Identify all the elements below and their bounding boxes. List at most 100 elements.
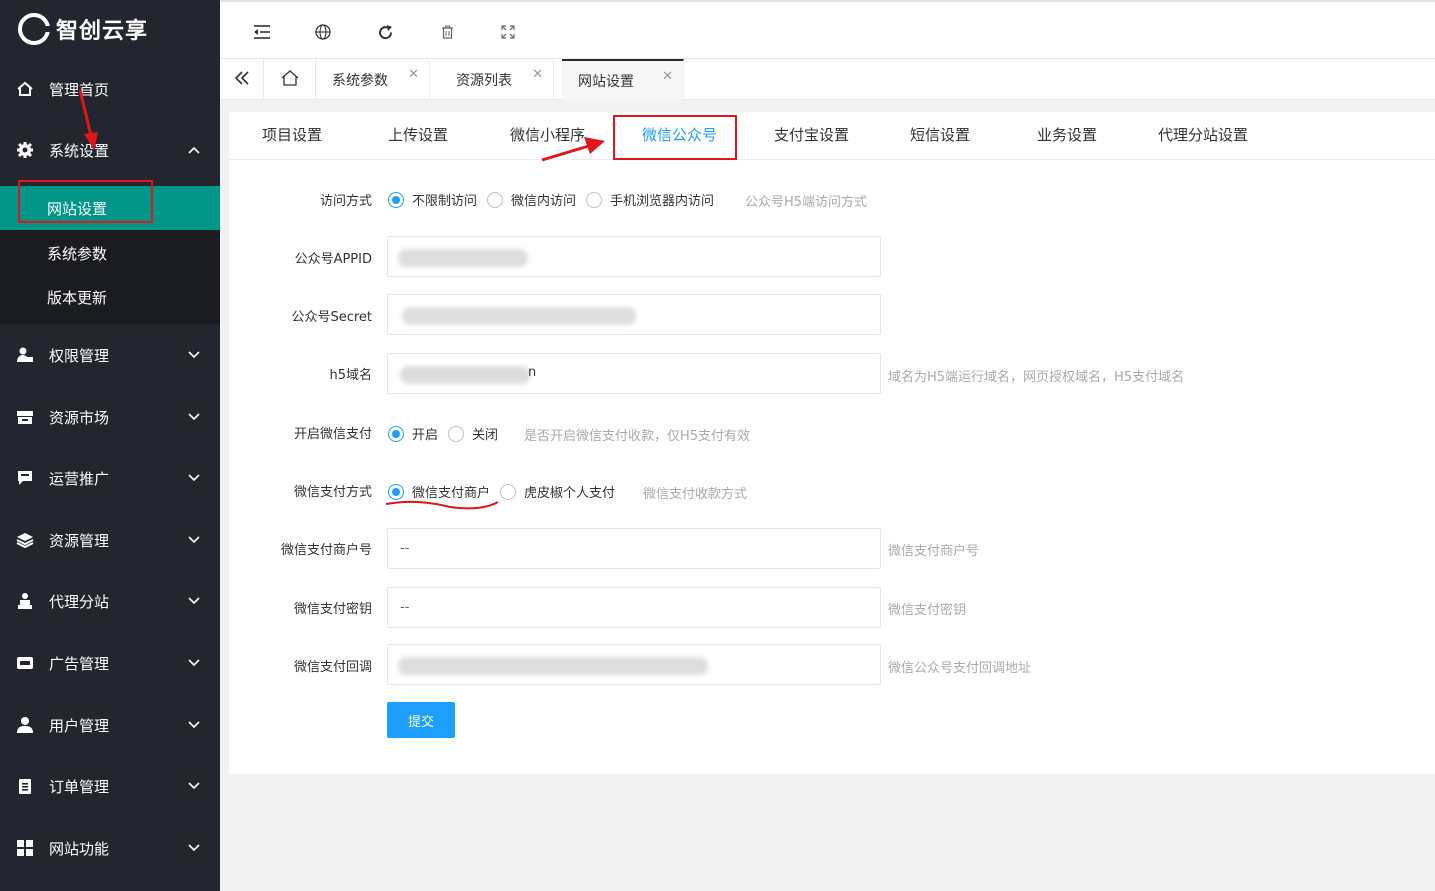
secret-input[interactable]: [387, 294, 881, 335]
chevron-up-icon: [188, 144, 200, 156]
double-chevron-left-icon: [234, 70, 250, 89]
chevron-down-icon: [188, 472, 200, 484]
h5-domain-tail: n: [528, 365, 537, 380]
sidebar-item-label: 订单管理: [49, 777, 110, 796]
appid-label: 公众号APPID: [294, 252, 372, 267]
sidebar-item-users[interactable]: 用户管理: [0, 696, 220, 754]
merchant-key-label: 微信支付密钥: [293, 602, 372, 617]
chevron-down-icon: [188, 719, 200, 731]
radio-wxpay-off[interactable]: [448, 425, 465, 442]
chevron-down-icon: [188, 411, 200, 423]
merchant-key-value: --: [400, 600, 410, 615]
subtab-wechat-miniprogram[interactable]: 微信小程序: [510, 124, 585, 145]
sidebar-item-site-functions[interactable]: 网站功能: [0, 819, 220, 877]
close-icon[interactable]: ✕: [662, 69, 673, 84]
radio-label: 开启: [412, 428, 439, 443]
tab-system-params[interactable]: 系统参数 ✕: [316, 59, 430, 100]
tab-site-settings[interactable]: 网站设置 ✕: [562, 59, 684, 100]
wxpay-enable-hint: 是否开启微信支付收款，仅H5支付有效: [524, 429, 751, 444]
radio-wechat-merchant[interactable]: [388, 483, 404, 500]
radio-mobile-browser[interactable]: [586, 191, 603, 208]
close-icon[interactable]: ✕: [408, 67, 419, 82]
group-icon: [16, 592, 34, 610]
menu-fold-icon[interactable]: [252, 22, 272, 42]
subtab-sms-settings[interactable]: 短信设置: [910, 124, 970, 145]
close-icon[interactable]: ✕: [532, 67, 543, 82]
store-icon: [16, 408, 34, 426]
sidebar-item-resource-market[interactable]: 资源市场: [0, 388, 220, 446]
message-icon: [16, 469, 34, 487]
tabs-scroll-left-button[interactable]: [220, 59, 264, 100]
chevron-down-icon: [188, 534, 200, 546]
chevron-down-icon: [188, 657, 200, 669]
access-mode-hint: 公众号H5端访问方式: [745, 195, 868, 210]
sidebar: 智创云享 管理首页 系统设置 网站设置 系统参数 版本更新 权限管理 资源市场 …: [0, 0, 220, 891]
radio-wechat-only[interactable]: [487, 191, 504, 208]
logo: 智创云享: [0, 0, 220, 58]
radio-wxpay-on[interactable]: [388, 425, 404, 442]
redacted-value: [398, 249, 528, 267]
sidebar-item-resource-management[interactable]: 资源管理: [0, 511, 220, 569]
redacted-value: [398, 657, 708, 675]
tab-resource-list[interactable]: 资源列表 ✕: [440, 59, 554, 100]
sidebar-item-label: 权限管理: [49, 346, 110, 365]
appid-input[interactable]: [387, 236, 881, 277]
pay-method-label: 微信支付方式: [293, 485, 372, 500]
radio-label: 微信支付商户: [412, 486, 491, 501]
merchant-id-input[interactable]: --: [387, 528, 881, 569]
sidebar-item-home[interactable]: 管理首页: [0, 60, 220, 118]
sidebar-item-ads[interactable]: 广告管理: [0, 634, 220, 692]
sidebar-item-system-settings[interactable]: 系统设置: [0, 121, 220, 179]
notify-url-input[interactable]: [387, 644, 881, 685]
subtab-project-settings[interactable]: 项目设置: [262, 124, 322, 145]
sidebar-item-agent-sites[interactable]: 代理分站: [0, 572, 220, 630]
sidebar-item-permissions[interactable]: 权限管理: [0, 326, 220, 384]
subtab-upload-settings[interactable]: 上传设置: [388, 124, 448, 145]
refresh-icon[interactable]: [375, 22, 395, 42]
chevron-down-icon: [188, 349, 200, 361]
chevron-down-icon: [188, 595, 200, 607]
radio-xunhupay[interactable]: [500, 483, 517, 500]
sidebar-item-operations[interactable]: 运营推广: [0, 449, 220, 507]
submenu-item-version-update[interactable]: 版本更新: [0, 275, 220, 319]
chevron-down-icon: [188, 842, 200, 854]
sidebar-item-label: 用户管理: [49, 716, 110, 735]
page-tabs-bar: 系统参数 ✕ 资源列表 ✕ 网站设置 ✕: [220, 58, 1435, 100]
home-tab[interactable]: [264, 59, 316, 100]
sidebar-item-label: 代理分站: [49, 592, 110, 611]
fullscreen-icon[interactable]: [498, 22, 518, 42]
user-lock-icon: [16, 346, 34, 364]
annotation-box-site-settings: [18, 180, 153, 223]
globe-icon[interactable]: [313, 22, 333, 42]
settings-subtabs: 项目设置 上传设置 微信小程序 微信公众号 支付宝设置 短信设置 业务设置 代理…: [229, 112, 1435, 160]
subtab-business-settings[interactable]: 业务设置: [1037, 124, 1097, 145]
notify-url-hint: 微信公众号支付回调地址: [888, 661, 1032, 676]
merchant-key-input[interactable]: --: [387, 587, 881, 628]
gear-icon: [16, 141, 34, 159]
merchant-id-value: --: [400, 541, 410, 556]
wxpay-enable-label: 开启微信支付: [293, 427, 372, 442]
sidebar-item-label: 资源管理: [49, 531, 110, 550]
submit-button[interactable]: 提交: [387, 702, 455, 738]
merchant-id-label: 微信支付商户号: [280, 543, 372, 558]
submenu-item-label: 版本更新: [47, 288, 108, 307]
sidebar-item-label: 系统设置: [49, 141, 110, 160]
subtab-agent-site-settings[interactable]: 代理分站设置: [1158, 124, 1248, 145]
logo-icon: [18, 13, 51, 45]
merchant-key-hint: 微信支付密钥: [888, 603, 967, 618]
radio-unrestricted[interactable]: [388, 191, 404, 208]
h5-domain-hint: 域名为H5端运行域名，网页授权域名，H5支付域名: [888, 370, 1185, 385]
h5-domain-input[interactable]: n: [387, 353, 881, 394]
top-toolbar: [220, 0, 1435, 58]
trash-icon[interactable]: [437, 22, 457, 42]
tab-label: 系统参数: [332, 72, 388, 89]
tab-label: 网站设置: [578, 73, 634, 90]
sidebar-item-label: 广告管理: [49, 654, 110, 673]
radio-label: 不限制访问: [412, 194, 478, 209]
home-icon: [281, 69, 299, 90]
sidebar-item-orders[interactable]: 订单管理: [0, 757, 220, 815]
subtab-alipay-settings[interactable]: 支付宝设置: [774, 124, 849, 145]
tab-label: 资源列表: [456, 72, 512, 89]
submenu-item-system-params[interactable]: 系统参数: [0, 231, 220, 275]
apps-icon: [16, 839, 34, 857]
